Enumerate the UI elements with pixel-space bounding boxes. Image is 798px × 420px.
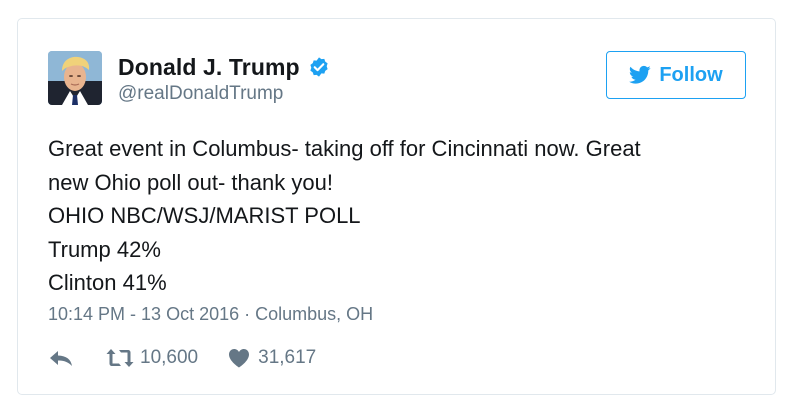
tweet-text-line: OHIO NBC/WSJ/MARIST POLL <box>48 203 361 228</box>
retweet-icon <box>106 349 134 367</box>
tweet-card: Donald J. Trump @realDonaldTrump Follow … <box>17 18 776 395</box>
retweet-button[interactable]: 10,600 <box>106 347 198 369</box>
follow-button[interactable]: Follow <box>606 51 746 99</box>
tweet-timestamp-location[interactable]: 10:14 PM - 13 Oct 2016 · Columbus, OH <box>48 304 373 325</box>
heart-icon <box>229 349 250 368</box>
tweet-text-line: Great event in Columbus- taking off for … <box>48 136 641 161</box>
reply-button[interactable] <box>48 348 74 368</box>
tweet-text: Great event in Columbus- taking off for … <box>48 132 748 300</box>
follow-button-label: Follow <box>659 63 723 86</box>
tweet-actions: 10,600 31,617 <box>48 345 316 371</box>
reply-icon <box>50 351 72 366</box>
tweet-text-line: Trump 42% <box>48 236 161 262</box>
retweet-count: 10,600 <box>140 347 199 368</box>
like-count: 31,617 <box>258 347 317 368</box>
tweet-text-line: new Ohio poll out- thank you! <box>48 169 333 195</box>
tweet-text-line: Clinton 41% <box>48 270 167 295</box>
avatar[interactable] <box>48 51 102 105</box>
author-handle[interactable]: @realDonaldTrump <box>118 83 283 105</box>
verified-badge-icon <box>308 56 330 78</box>
like-button[interactable]: 31,617 <box>228 347 316 369</box>
author-name-row[interactable]: Donald J. Trump <box>118 52 330 82</box>
author-display-name[interactable]: Donald J. Trump <box>118 54 300 81</box>
twitter-bird-icon <box>629 65 651 85</box>
